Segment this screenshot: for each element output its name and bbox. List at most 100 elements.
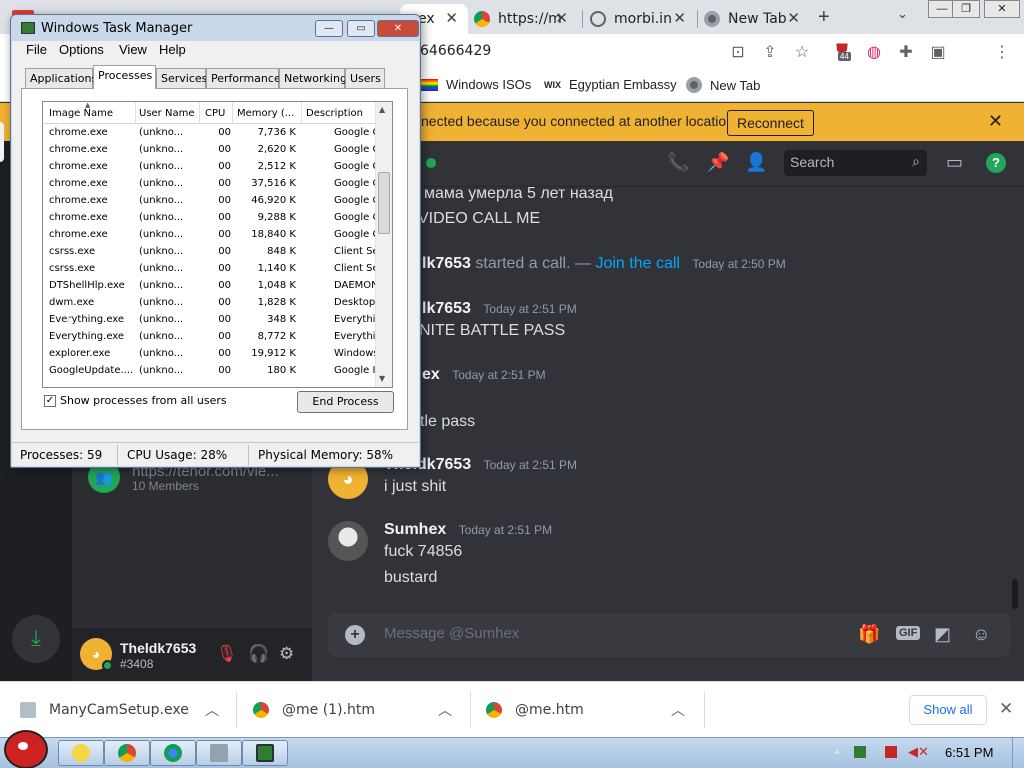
- message-composer[interactable]: + Message @Sumhex 🎁 GIF ◩ ☺: [328, 613, 1010, 657]
- tab-users[interactable]: Users: [345, 68, 385, 88]
- volume-muted-icon[interactable]: ◀✕: [908, 744, 929, 760]
- author-name[interactable]: ex: [422, 366, 440, 383]
- tray-app-icon[interactable]: [885, 746, 897, 758]
- process-row[interactable]: csrss.exe (unkno... 00 848 K Client Ser...: [43, 244, 391, 261]
- tab-performance[interactable]: Performance: [206, 68, 281, 88]
- extension-icon[interactable]: ◍: [864, 42, 884, 62]
- process-row[interactable]: chrome.exe (unkno... 00 9,288 K Google C...: [43, 210, 389, 227]
- process-row[interactable]: Everything.exe (unkno... 00 8,772 K Everythi…: [43, 329, 388, 346]
- chevron-up-icon[interactable]: ︿: [438, 700, 452, 720]
- tab-applications[interactable]: Applications: [25, 68, 97, 88]
- tab-new-tab[interactable]: New Tab ✕: [704, 4, 810, 34]
- minimize-button[interactable]: —: [315, 20, 343, 37]
- gear-icon[interactable]: ⚙: [279, 644, 294, 664]
- close-icon[interactable]: ✕: [787, 9, 800, 27]
- mute-mic-icon[interactable]: 🎙: [216, 644, 238, 664]
- address-bar-text[interactable]: 64666429: [420, 43, 491, 59]
- tab-networking[interactable]: Networking: [279, 68, 347, 88]
- puzzle-icon[interactable]: ✚: [896, 42, 916, 62]
- start-button[interactable]: [4, 730, 48, 768]
- checkbox[interactable]: ✓: [44, 394, 56, 407]
- show-all-downloads-button[interactable]: Show all: [909, 695, 987, 725]
- gift-icon[interactable]: 🎁: [858, 624, 880, 645]
- menu-file[interactable]: File: [26, 42, 47, 57]
- process-row[interactable]: DTShellHlp.exe (unkno... 00 1,048 K DAEMON .…: [43, 278, 391, 295]
- blocked-popup-icon[interactable]: ⊡: [728, 42, 748, 62]
- process-list[interactable]: Image Name ▲ User Name CPU Memory (... D…: [42, 101, 393, 388]
- new-tab-button[interactable]: +: [818, 6, 830, 29]
- close-icon[interactable]: ✕: [988, 111, 1003, 132]
- search-box[interactable]: Search ⌕: [784, 150, 927, 176]
- process-row[interactable]: chrome.exe (unkno... 00 18,840 K Google C...: [43, 227, 389, 244]
- close-icon[interactable]: ✕: [999, 699, 1013, 719]
- add-friend-icon[interactable]: 👤: [745, 152, 767, 173]
- process-row[interactable]: GoogleUpdate.... (unkno... 00 180 K Google I…: [43, 363, 391, 380]
- column-user-name[interactable]: User Name: [139, 108, 199, 119]
- close-icon[interactable]: ✕: [555, 9, 568, 27]
- column-cpu[interactable]: CPU: [205, 108, 231, 119]
- taskbar-clock[interactable]: 6:51 PM: [945, 745, 993, 760]
- process-row[interactable]: dwm.exe (unkno... 00 1,828 K Desktop ...: [43, 295, 388, 312]
- download-item[interactable]: @me (1).htm ︿: [237, 682, 470, 738]
- taskbar-app-button[interactable]: [58, 740, 104, 766]
- download-apps-button[interactable]: ⤓: [12, 615, 60, 663]
- bookmark-new-tab[interactable]: New Tab: [686, 77, 760, 93]
- tab-search-chevron-icon[interactable]: ⌄: [897, 6, 908, 22]
- chevron-up-icon[interactable]: ︿: [671, 700, 685, 720]
- star-icon[interactable]: ☆: [792, 42, 812, 62]
- show-desktop-button[interactable]: [1012, 738, 1024, 768]
- download-item[interactable]: ManyCamSetup.exe ︿: [0, 682, 236, 738]
- end-process-button[interactable]: End Process: [297, 391, 394, 413]
- menu-view[interactable]: View: [119, 42, 147, 57]
- inbox-icon[interactable]: ▭: [946, 152, 963, 173]
- kebab-menu-icon[interactable]: ⋮: [992, 42, 1012, 62]
- taskbar-app-button[interactable]: [242, 740, 288, 766]
- tab-https[interactable]: https://m ✕: [474, 4, 578, 34]
- bookmark-windows-isos[interactable]: Windows ISOs: [420, 77, 531, 92]
- window-close-button[interactable]: ✕: [377, 20, 419, 37]
- taskbar-app-button[interactable]: [150, 740, 196, 766]
- tab-processes[interactable]: Processes: [93, 65, 156, 89]
- headphones-icon[interactable]: 🎧: [248, 644, 269, 664]
- call-author[interactable]: lk7653: [422, 255, 471, 272]
- scroll-thumb[interactable]: [378, 172, 390, 234]
- tray-app-icon[interactable]: [854, 746, 866, 758]
- process-row[interactable]: explorer.exe (unkno... 00 19,912 K Windows .…: [43, 346, 391, 363]
- sticker-icon[interactable]: ◩: [934, 624, 951, 645]
- process-row[interactable]: chrome.exe (unkno... 00 46,920 K Google C...: [43, 193, 389, 210]
- menu-help[interactable]: Help: [159, 42, 186, 57]
- taskbar-app-button[interactable]: [104, 740, 150, 766]
- window-close-button[interactable]: ✕: [984, 0, 1020, 18]
- close-icon[interactable]: ✕: [445, 9, 458, 27]
- tab-services[interactable]: Services: [156, 68, 207, 88]
- process-row[interactable]: chrome.exe (unkno... 00 2,620 K Google C...: [43, 142, 389, 159]
- process-row[interactable]: Everything.exe (unkno... 00 348 K Everything: [43, 312, 388, 329]
- bookmark-egyptian-embassy[interactable]: WIX Egyptian Embassy: [544, 77, 677, 92]
- pin-icon[interactable]: 📌: [707, 152, 729, 173]
- download-item[interactable]: @me.htm ︿: [471, 682, 704, 738]
- process-row[interactable]: csrss.exe (unkno... 00 1,140 K Client Ser...: [43, 261, 391, 278]
- maximize-button[interactable]: ▭: [347, 20, 375, 37]
- show-all-processes-checkbox[interactable]: ✓ Show processes from all users: [44, 394, 227, 407]
- voice-call-icon[interactable]: 📞: [667, 152, 689, 173]
- scroll-down-icon[interactable]: ▼: [379, 374, 385, 383]
- tab-morbi[interactable]: morbi.in ✕: [590, 4, 696, 34]
- close-icon[interactable]: ✕: [673, 9, 686, 27]
- author-name[interactable]: lk7653: [422, 300, 471, 317]
- process-row[interactable]: chrome.exe (unkno... 00 2,512 K Google C...: [43, 159, 389, 176]
- scroll-up-icon[interactable]: ▲: [379, 105, 385, 114]
- taskbar-app-button[interactable]: [196, 740, 242, 766]
- author-name[interactable]: Sumhex: [384, 521, 446, 538]
- attach-plus-icon[interactable]: +: [345, 625, 365, 645]
- message-avatar[interactable]: [328, 521, 368, 561]
- reconnect-button[interactable]: Reconnect: [727, 110, 814, 136]
- message-input[interactable]: Message @Sumhex: [384, 625, 519, 642]
- column-memory[interactable]: Memory (...: [237, 108, 301, 119]
- search-input[interactable]: Search: [790, 154, 834, 170]
- tray-expand-icon[interactable]: ▲: [832, 746, 842, 757]
- join-call-link[interactable]: Join the call: [595, 255, 680, 272]
- chat-scrollbar[interactable]: [1012, 579, 1018, 609]
- share-icon[interactable]: ⇪: [760, 42, 780, 62]
- chevron-up-icon[interactable]: ︿: [205, 700, 219, 720]
- menu-options[interactable]: Options: [59, 42, 104, 57]
